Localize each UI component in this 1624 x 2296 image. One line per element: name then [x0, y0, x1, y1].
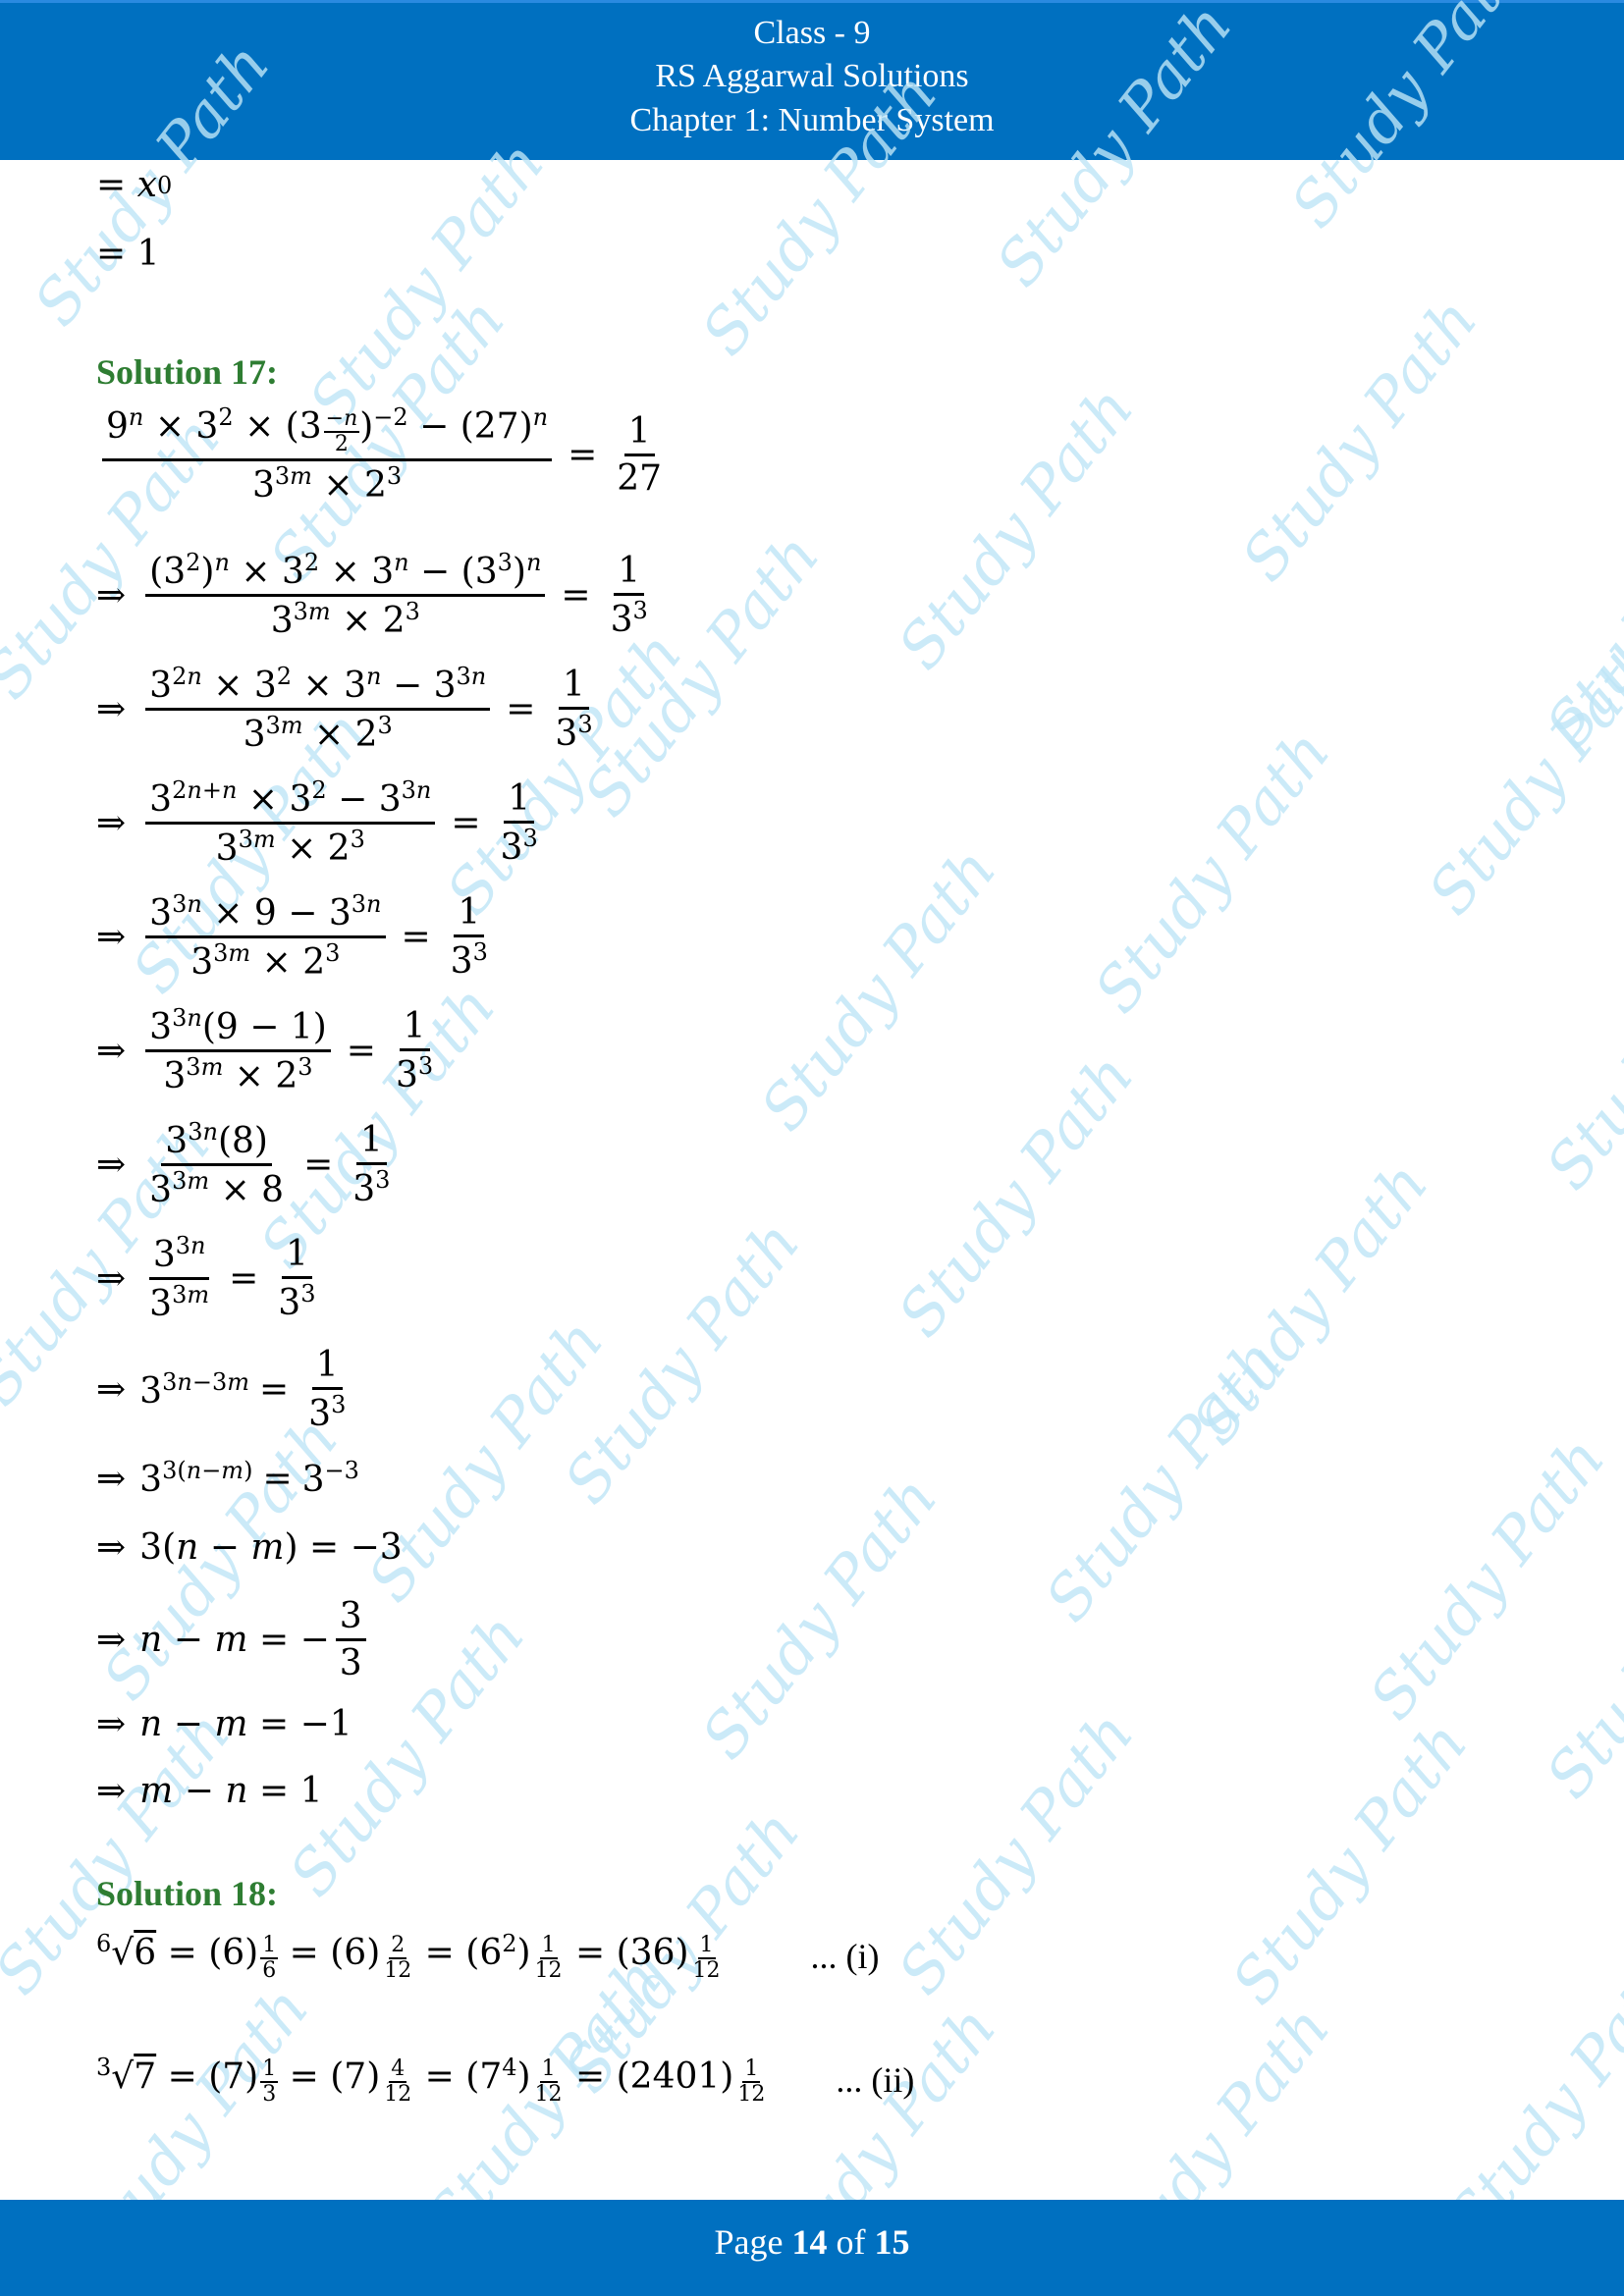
solution-17-heading: Solution 17:	[96, 352, 279, 392]
sol17-step-7: ⇒ 33n(8) 33m × 8 = 1 33	[96, 1118, 391, 1211]
watermark-text: Study Path	[884, 1041, 1148, 1350]
total-pages: 15	[874, 2222, 910, 2262]
watermark-text: Study Path	[295, 128, 559, 437]
header-chapter: Chapter 1: Number System	[629, 102, 995, 138]
sol17-step-3: ⇒ 32n × 32 × 3n − 33n 33m × 23 = 1 33	[96, 663, 593, 756]
page-header: Class - 9 RS Aggarwal Solutions Chapter …	[0, 0, 1624, 160]
equation-tag-ii: ... (ii)	[836, 2060, 915, 2101]
sol17-step-14: ⇒ m − n = 1	[96, 1771, 323, 1811]
watermark-text: Study Path	[884, 373, 1148, 682]
watermark-text: Study Path	[1031, 1325, 1295, 1634]
sol18-step-1: 6√6 = (6) 1 6 = (6) 2 12 = (62) 1 12 = (36) 1 12…	[96, 1930, 880, 1984]
sol17-step-11: ⇒ 3(n − m) = −3	[96, 1527, 403, 1568]
sol17-step-8: ⇒ 33n 33m = 1 33	[96, 1232, 316, 1325]
prev-step-1: = x0	[96, 165, 173, 205]
page-footer: Page 14 of 15	[0, 2200, 1624, 2296]
watermark-text: Study Path	[687, 1463, 951, 1772]
sol17-step-13: ⇒ n − m = −1	[96, 1704, 352, 1744]
sol17-step-5: ⇒ 33n × 9 − 33n 33m × 23 = 1 33	[96, 890, 488, 984]
watermark-text: Study Path	[746, 834, 1010, 1144]
solution-18-heading: Solution 18:	[96, 1874, 279, 1913]
prev-step-2: = 1	[96, 234, 160, 274]
watermark-text: Study Path	[884, 1698, 1148, 2007]
watermark-text: Study Path	[1532, 1502, 1624, 1811]
watermark-text: Study Path	[1178, 1148, 1442, 1458]
watermark-text: Study Path	[1355, 1423, 1619, 1733]
sol17-step-12: ⇒ n − m = − 33	[96, 1596, 372, 1684]
page-indicator: Page 14 of 15	[714, 2222, 910, 2262]
sol17-step-2: ⇒ (32)n × 32 × 3n − (33)n 33m × 23 = 1 33	[96, 549, 648, 642]
sol17-step-1: 9n × 32 × (3 −n 2)−2 − (27)n 33m × 23 = 1 27	[96, 403, 672, 507]
watermark-text: Study Path	[1414, 618, 1624, 928]
watermark-text: Study Path	[550, 1207, 814, 1517]
sol17-step-4: ⇒ 32n+n × 32 − 33n 33m × 23 = 1 33	[96, 776, 538, 870]
watermark-text: Study Path	[1532, 452, 1624, 761]
watermark-text: Study Path	[1218, 1708, 1482, 2017]
header-book: RS Aggarwal Solutions	[655, 58, 969, 94]
watermark-text: Study Path	[353, 1306, 618, 1615]
watermark-text: Study Path	[1080, 717, 1344, 1026]
watermark-text: Study Path	[1532, 893, 1624, 1202]
sol18-step-2: 3√7 = (7) 1 3 = (7) 4 12 = (74) 1 12 = (2401) 1…	[96, 2054, 915, 2108]
watermark-text: Study Path	[1227, 285, 1491, 594]
sol17-step-6: ⇒ 33n(9 − 1) 33m × 23 = 1 33	[96, 1004, 434, 1097]
equation-tag-i: ... (i)	[810, 1937, 880, 1977]
sol17-step-9: ⇒ 33n−3m = 1 33	[96, 1345, 347, 1435]
current-page: 14	[791, 2222, 828, 2262]
sol17-step-10: ⇒ 33(n−m) = 3−3	[96, 1457, 359, 1500]
header-class: Class - 9	[753, 15, 871, 51]
